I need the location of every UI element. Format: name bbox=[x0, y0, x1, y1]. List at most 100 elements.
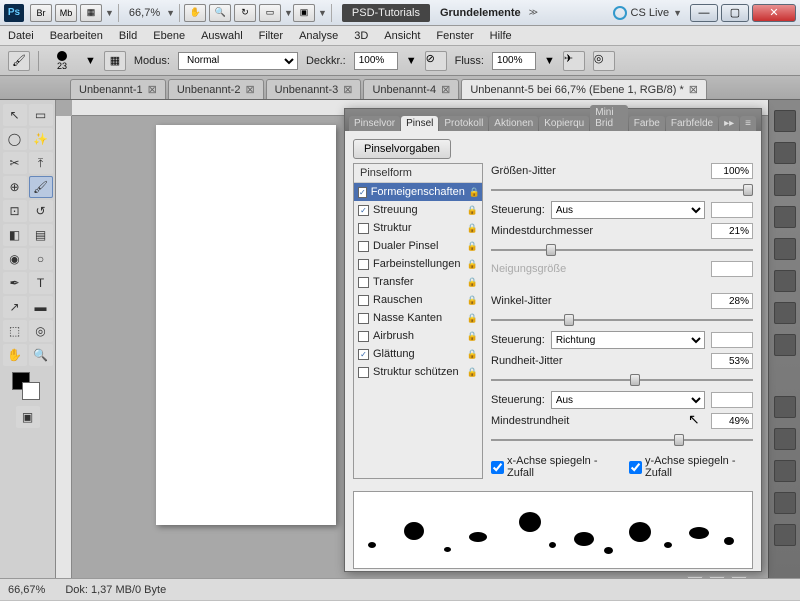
3d-tool[interactable]: ⬚ bbox=[3, 320, 27, 342]
tab-kopierquelle[interactable]: Kopierqu bbox=[539, 116, 589, 131]
dropdown-icon[interactable]: ▼ bbox=[318, 8, 327, 18]
roundness-control-select[interactable]: Aus bbox=[551, 391, 705, 409]
brush-preset-picker[interactable]: 23 bbox=[47, 49, 77, 73]
airbrush-icon[interactable]: ✈ bbox=[563, 51, 585, 71]
hand-tool-button[interactable]: ✋ bbox=[184, 4, 206, 22]
brush-tool-icon[interactable]: 🖌 bbox=[8, 51, 30, 71]
history-brush-tool[interactable]: ↺ bbox=[29, 200, 53, 222]
color-swatches[interactable] bbox=[2, 372, 53, 402]
brush-presets-button[interactable]: Pinselvorgaben bbox=[353, 139, 451, 159]
status-doc-size[interactable]: Dok: 1,37 MB/0 Byte bbox=[65, 584, 166, 596]
tablet-pressure-icon[interactable]: ◎ bbox=[593, 51, 615, 71]
flow-input[interactable] bbox=[492, 52, 536, 70]
dropdown-icon[interactable]: ▼ bbox=[166, 8, 175, 18]
flip-x-checkbox[interactable]: x-Achse spiegeln - Zufall bbox=[491, 455, 615, 479]
shape-option-3[interactable]: Dualer Pinsel🔒 bbox=[354, 237, 482, 255]
close-icon[interactable]: ⊠ bbox=[441, 83, 450, 96]
menu-filter[interactable]: Filter bbox=[259, 30, 283, 42]
close-button[interactable]: ✕ bbox=[752, 4, 796, 22]
min-roundness-slider[interactable] bbox=[491, 433, 753, 447]
menu-3d[interactable]: 3D bbox=[354, 30, 368, 42]
stamp-tool[interactable]: ⊡ bbox=[3, 200, 27, 222]
checkbox-icon[interactable] bbox=[358, 241, 369, 252]
dock-icon[interactable] bbox=[774, 142, 796, 164]
eraser-tool[interactable]: ◧ bbox=[3, 224, 27, 246]
mode-select[interactable]: Normal bbox=[178, 52, 298, 70]
lock-icon[interactable]: 🔒 bbox=[469, 187, 480, 198]
dock-icon[interactable] bbox=[774, 270, 796, 292]
dropdown-icon[interactable]: ▼ bbox=[284, 8, 293, 18]
quick-mask-toggle[interactable]: ▣ bbox=[16, 406, 40, 428]
background-color[interactable] bbox=[22, 382, 40, 400]
dock-icon[interactable] bbox=[774, 174, 796, 196]
cs-live-button[interactable]: CS Live▼ bbox=[613, 6, 682, 20]
menu-ansicht[interactable]: Ansicht bbox=[384, 30, 420, 42]
size-control-select[interactable]: Aus bbox=[551, 201, 705, 219]
tab-farbe[interactable]: Farbe bbox=[629, 116, 665, 131]
shape-tool[interactable]: ▬ bbox=[29, 296, 53, 318]
close-icon[interactable]: ⊠ bbox=[689, 83, 698, 96]
screen-mode-button[interactable]: ▣ bbox=[293, 4, 315, 22]
lock-icon[interactable]: 🔒 bbox=[467, 205, 478, 216]
tab-minibridge[interactable]: Mini Brid bbox=[590, 105, 627, 131]
tab-pinselvorgaben[interactable]: Pinselvor bbox=[349, 116, 400, 131]
eyedropper-tool[interactable]: ⤒ bbox=[29, 152, 53, 174]
doc-tab-2[interactable]: Unbenannt-2⊠ bbox=[168, 79, 264, 99]
type-tool[interactable]: T bbox=[29, 272, 53, 294]
vertical-ruler[interactable] bbox=[56, 116, 72, 578]
shape-option-6[interactable]: Rauschen🔒 bbox=[354, 291, 482, 309]
lock-icon[interactable]: 🔒 bbox=[467, 241, 478, 252]
panel-menu-icon[interactable]: ≡ bbox=[740, 116, 756, 131]
dock-icon[interactable] bbox=[774, 524, 796, 546]
doc-tab-5[interactable]: Unbenannt-5 bei 66,7% (Ebene 1, RGB/8) *… bbox=[461, 79, 707, 99]
workspace-button[interactable]: PSD-Tutorials bbox=[342, 4, 430, 22]
dock-icon[interactable] bbox=[774, 460, 796, 482]
menu-bild[interactable]: Bild bbox=[119, 30, 137, 42]
menu-ebene[interactable]: Ebene bbox=[153, 30, 185, 42]
dodge-tool[interactable]: ○ bbox=[29, 248, 53, 270]
tab-aktionen[interactable]: Aktionen bbox=[489, 116, 538, 131]
tab-protokoll[interactable]: Protokoll bbox=[439, 116, 488, 131]
menu-analyse[interactable]: Analyse bbox=[299, 30, 338, 42]
3d-camera-tool[interactable]: ◎ bbox=[29, 320, 53, 342]
tab-farbfelder[interactable]: Farbfelde bbox=[666, 116, 718, 131]
lock-icon[interactable]: 🔒 bbox=[467, 223, 478, 234]
checkbox-icon[interactable] bbox=[358, 259, 369, 270]
menu-bearbeiten[interactable]: Bearbeiten bbox=[50, 30, 103, 42]
path-tool[interactable]: ↗ bbox=[3, 296, 27, 318]
min-diameter-slider[interactable] bbox=[491, 243, 753, 257]
shape-option-8[interactable]: Airbrush🔒 bbox=[354, 327, 482, 345]
shape-option-0[interactable]: ✓Formeigenschaften🔒 bbox=[354, 183, 482, 201]
lock-icon[interactable]: 🔒 bbox=[467, 295, 478, 306]
workspace-label[interactable]: Grundelemente bbox=[440, 7, 521, 19]
dock-icon[interactable] bbox=[774, 396, 796, 418]
magic-wand-tool[interactable]: ✨ bbox=[29, 128, 53, 150]
zoom-tool[interactable]: 🔍 bbox=[29, 344, 53, 366]
checkbox-icon[interactable] bbox=[358, 367, 369, 378]
opacity-input[interactable] bbox=[354, 52, 398, 70]
shape-option-10[interactable]: Struktur schützen🔒 bbox=[354, 363, 482, 381]
zoom-tool-button[interactable]: 🔍 bbox=[209, 4, 231, 22]
healing-tool[interactable]: ⊕ bbox=[3, 176, 27, 198]
roundness-jitter-input[interactable] bbox=[711, 353, 753, 369]
menu-hilfe[interactable]: Hilfe bbox=[490, 30, 512, 42]
lock-icon[interactable]: 🔒 bbox=[467, 277, 478, 288]
marquee-tool[interactable]: ▭ bbox=[29, 104, 53, 126]
checkbox-icon[interactable]: ✓ bbox=[358, 187, 367, 198]
opacity-pressure-icon[interactable]: ⊘ bbox=[425, 51, 447, 71]
angle-jitter-input[interactable] bbox=[711, 293, 753, 309]
rotate-view-button[interactable]: ↻ bbox=[234, 4, 256, 22]
maximize-button[interactable]: ▢ bbox=[721, 4, 749, 22]
panel-scroll-icon[interactable]: ▸▸ bbox=[719, 116, 739, 131]
shape-option-7[interactable]: Nasse Kanten🔒 bbox=[354, 309, 482, 327]
dock-icon[interactable] bbox=[774, 110, 796, 132]
lasso-tool[interactable]: ◯ bbox=[3, 128, 27, 150]
pen-tool[interactable]: ✒ bbox=[3, 272, 27, 294]
hand-tool[interactable]: ✋ bbox=[3, 344, 27, 366]
close-icon[interactable]: ⊠ bbox=[148, 83, 157, 96]
close-icon[interactable]: ⊠ bbox=[245, 83, 254, 96]
lock-icon[interactable]: 🔒 bbox=[467, 367, 478, 378]
shape-option-5[interactable]: Transfer🔒 bbox=[354, 273, 482, 291]
checkbox-icon[interactable] bbox=[358, 277, 369, 288]
shape-option-2[interactable]: Struktur🔒 bbox=[354, 219, 482, 237]
